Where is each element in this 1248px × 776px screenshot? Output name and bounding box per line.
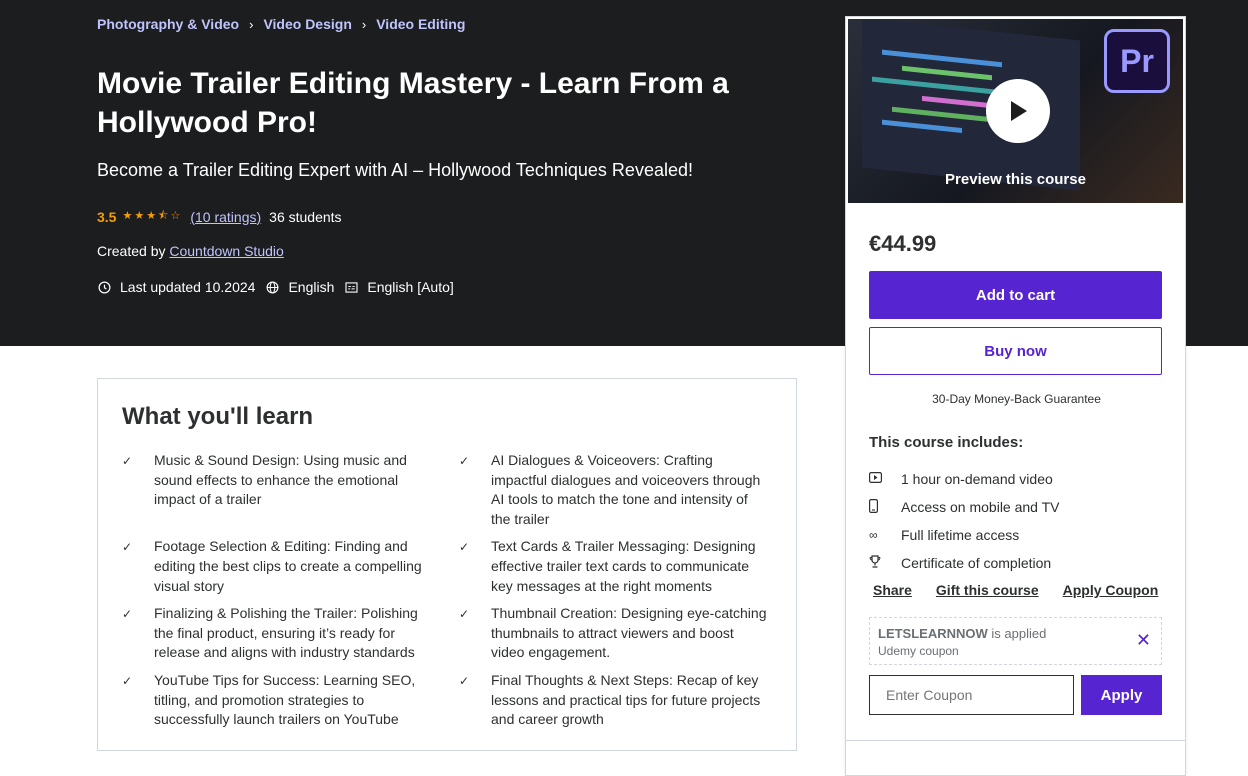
- course-preview-video[interactable]: Pr Preview this course: [848, 19, 1183, 203]
- timeline-track: [882, 49, 1002, 68]
- purchase-sidebar: Pr Preview this course €44.99 Add to car…: [845, 16, 1186, 776]
- language-text: English: [288, 279, 335, 295]
- language: English: [265, 279, 334, 295]
- learn-item-text: Music & Sound Design: Using music and so…: [154, 452, 407, 508]
- applied-coupon-box: LETSLEARNNOW is applied Udemy coupon ✕: [869, 617, 1162, 665]
- close-icon[interactable]: ✕: [1136, 630, 1151, 651]
- timeline-track: [902, 65, 992, 81]
- sidebar-links: Share Gift this course Apply Coupon: [873, 582, 1182, 598]
- timeline-track: [882, 119, 962, 134]
- created-by: Created by Countdown Studio: [97, 243, 284, 259]
- closed-captions-icon: [344, 280, 358, 294]
- check-icon: ✓: [122, 673, 133, 688]
- rating-row: 3.5 ★★★⯪☆ (10 ratings) 36 students: [97, 207, 342, 226]
- apply-coupon-button[interactable]: Apply: [1081, 675, 1162, 715]
- check-icon: ✓: [459, 454, 470, 468]
- ratings-count-link[interactable]: (10 ratings): [190, 209, 261, 225]
- captions: English [Auto]: [344, 279, 454, 295]
- learn-item-text: Finalizing & Polishing the Trailer: Poli…: [154, 605, 418, 661]
- chevron-right-icon: ›: [249, 16, 254, 32]
- buy-now-button[interactable]: Buy now: [869, 327, 1162, 375]
- learn-item-text: Thumbnail Creation: Designing eye-catchi…: [491, 605, 767, 661]
- list-item: Certificate of completion: [869, 549, 1060, 577]
- list-item: ✓ Text Cards & Trailer Messaging: Designi…: [459, 537, 774, 596]
- instructor-link[interactable]: Countdown Studio: [169, 243, 283, 259]
- coupon-code: LETSLEARNNOW: [878, 626, 988, 641]
- breadcrumb-item-video-design[interactable]: Video Design: [263, 16, 351, 32]
- gift-course-link[interactable]: Gift this course: [936, 582, 1039, 598]
- list-item: ✓ Thumbnail Creation: Designing eye-catch…: [459, 604, 774, 663]
- coupon-applied-text: LETSLEARNNOW is applied: [878, 626, 1153, 641]
- add-to-cart-button[interactable]: Add to cart: [869, 271, 1162, 319]
- list-item: ✓ Final Thoughts & Next Steps: Recap of k…: [459, 671, 774, 730]
- course-title: Movie Trailer Editing Mastery - Learn Fr…: [97, 67, 729, 139]
- alert-clock-icon: [97, 280, 111, 294]
- includes-list: 1 hour on-demand video Access on mobile …: [869, 465, 1060, 577]
- course-price: €44.99: [869, 231, 937, 256]
- rating-number: 3.5: [97, 208, 117, 225]
- check-icon: ✓: [459, 673, 470, 688]
- learn-list: ✓ Music & Sound Design: Using music and s…: [122, 451, 774, 730]
- list-item: Access on mobile and TV: [869, 493, 1060, 521]
- learn-item-text: Text Cards & Trailer Messaging: Designin…: [491, 538, 756, 594]
- divider: [846, 740, 1185, 741]
- coupon-input[interactable]: [869, 675, 1074, 715]
- includes-title: This course includes:: [869, 434, 1024, 451]
- learn-item-text: AI Dialogues & Voiceovers: Crafting impa…: [491, 452, 761, 527]
- video-icon: [869, 472, 901, 486]
- what-youll-learn-box: What you'll learn ✓ Music & Sound Design:…: [97, 378, 797, 751]
- breadcrumb: Photography & Video › Video Design › Vid…: [97, 16, 465, 32]
- list-item: ✓ Footage Selection & Editing: Finding an…: [122, 537, 459, 596]
- course-meta: Last updated 10.2024 English English [Au…: [97, 279, 464, 295]
- list-item: 1 hour on-demand video: [869, 465, 1060, 493]
- students-count: 36 students: [269, 208, 342, 225]
- include-label: Certificate of completion: [901, 555, 1052, 571]
- star-rating-icon: ★★★⯪☆: [122, 210, 183, 222]
- check-icon: ✓: [122, 454, 133, 468]
- list-item: ∞ Full lifetime access: [869, 521, 1060, 549]
- play-icon[interactable]: [986, 79, 1050, 143]
- trophy-icon: [869, 555, 901, 571]
- include-label: 1 hour on-demand video: [901, 471, 1053, 487]
- breadcrumb-item-photography[interactable]: Photography & Video: [97, 16, 239, 32]
- learn-item-text: Final Thoughts & Next Steps: Recap of ke…: [491, 671, 761, 728]
- money-back-guarantee: 30-Day Money-Back Guarantee: [932, 392, 1101, 406]
- check-icon: ✓: [122, 607, 133, 622]
- last-updated-text: Last updated 10.2024: [120, 279, 256, 295]
- apply-coupon-link[interactable]: Apply Coupon: [1063, 582, 1159, 598]
- list-item: ✓ YouTube Tips for Success: Learning SEO,…: [122, 671, 459, 730]
- check-icon: ✓: [459, 607, 470, 622]
- list-item: ✓ AI Dialogues & Voiceovers: Crafting imp…: [459, 451, 774, 529]
- include-label: Access on mobile and TV: [901, 499, 1060, 515]
- learn-item-text: YouTube Tips for Success: Learning SEO, …: [154, 671, 416, 728]
- include-label: Full lifetime access: [901, 527, 1020, 543]
- breadcrumb-item-video-editing[interactable]: Video Editing: [376, 16, 465, 32]
- coupon-applied-label: is applied: [991, 626, 1047, 641]
- list-item: ✓ Finalizing & Polishing the Trailer: Pol…: [122, 604, 459, 663]
- course-subtitle: Become a Trailer Editing Expert with AI …: [97, 160, 693, 180]
- learn-item-text: Footage Selection & Editing: Finding and…: [154, 538, 422, 594]
- created-by-label: Created by: [97, 243, 166, 259]
- globe-icon: [265, 280, 279, 294]
- chevron-right-icon: ›: [361, 16, 367, 32]
- learn-heading: What you'll learn: [122, 403, 314, 430]
- coupon-source: Udemy coupon: [878, 644, 959, 658]
- list-item: ✓ Music & Sound Design: Using music and s…: [122, 451, 459, 529]
- mobile-icon: [869, 498, 901, 516]
- share-link[interactable]: Share: [873, 582, 912, 598]
- check-icon: ✓: [459, 540, 470, 555]
- check-icon: ✓: [122, 540, 133, 555]
- infinity-icon: ∞: [869, 528, 878, 542]
- premiere-pro-logo: Pr: [1104, 29, 1170, 93]
- captions-text: English [Auto]: [367, 279, 454, 295]
- last-updated: Last updated 10.2024: [97, 279, 255, 295]
- preview-label: Preview this course: [945, 171, 1086, 188]
